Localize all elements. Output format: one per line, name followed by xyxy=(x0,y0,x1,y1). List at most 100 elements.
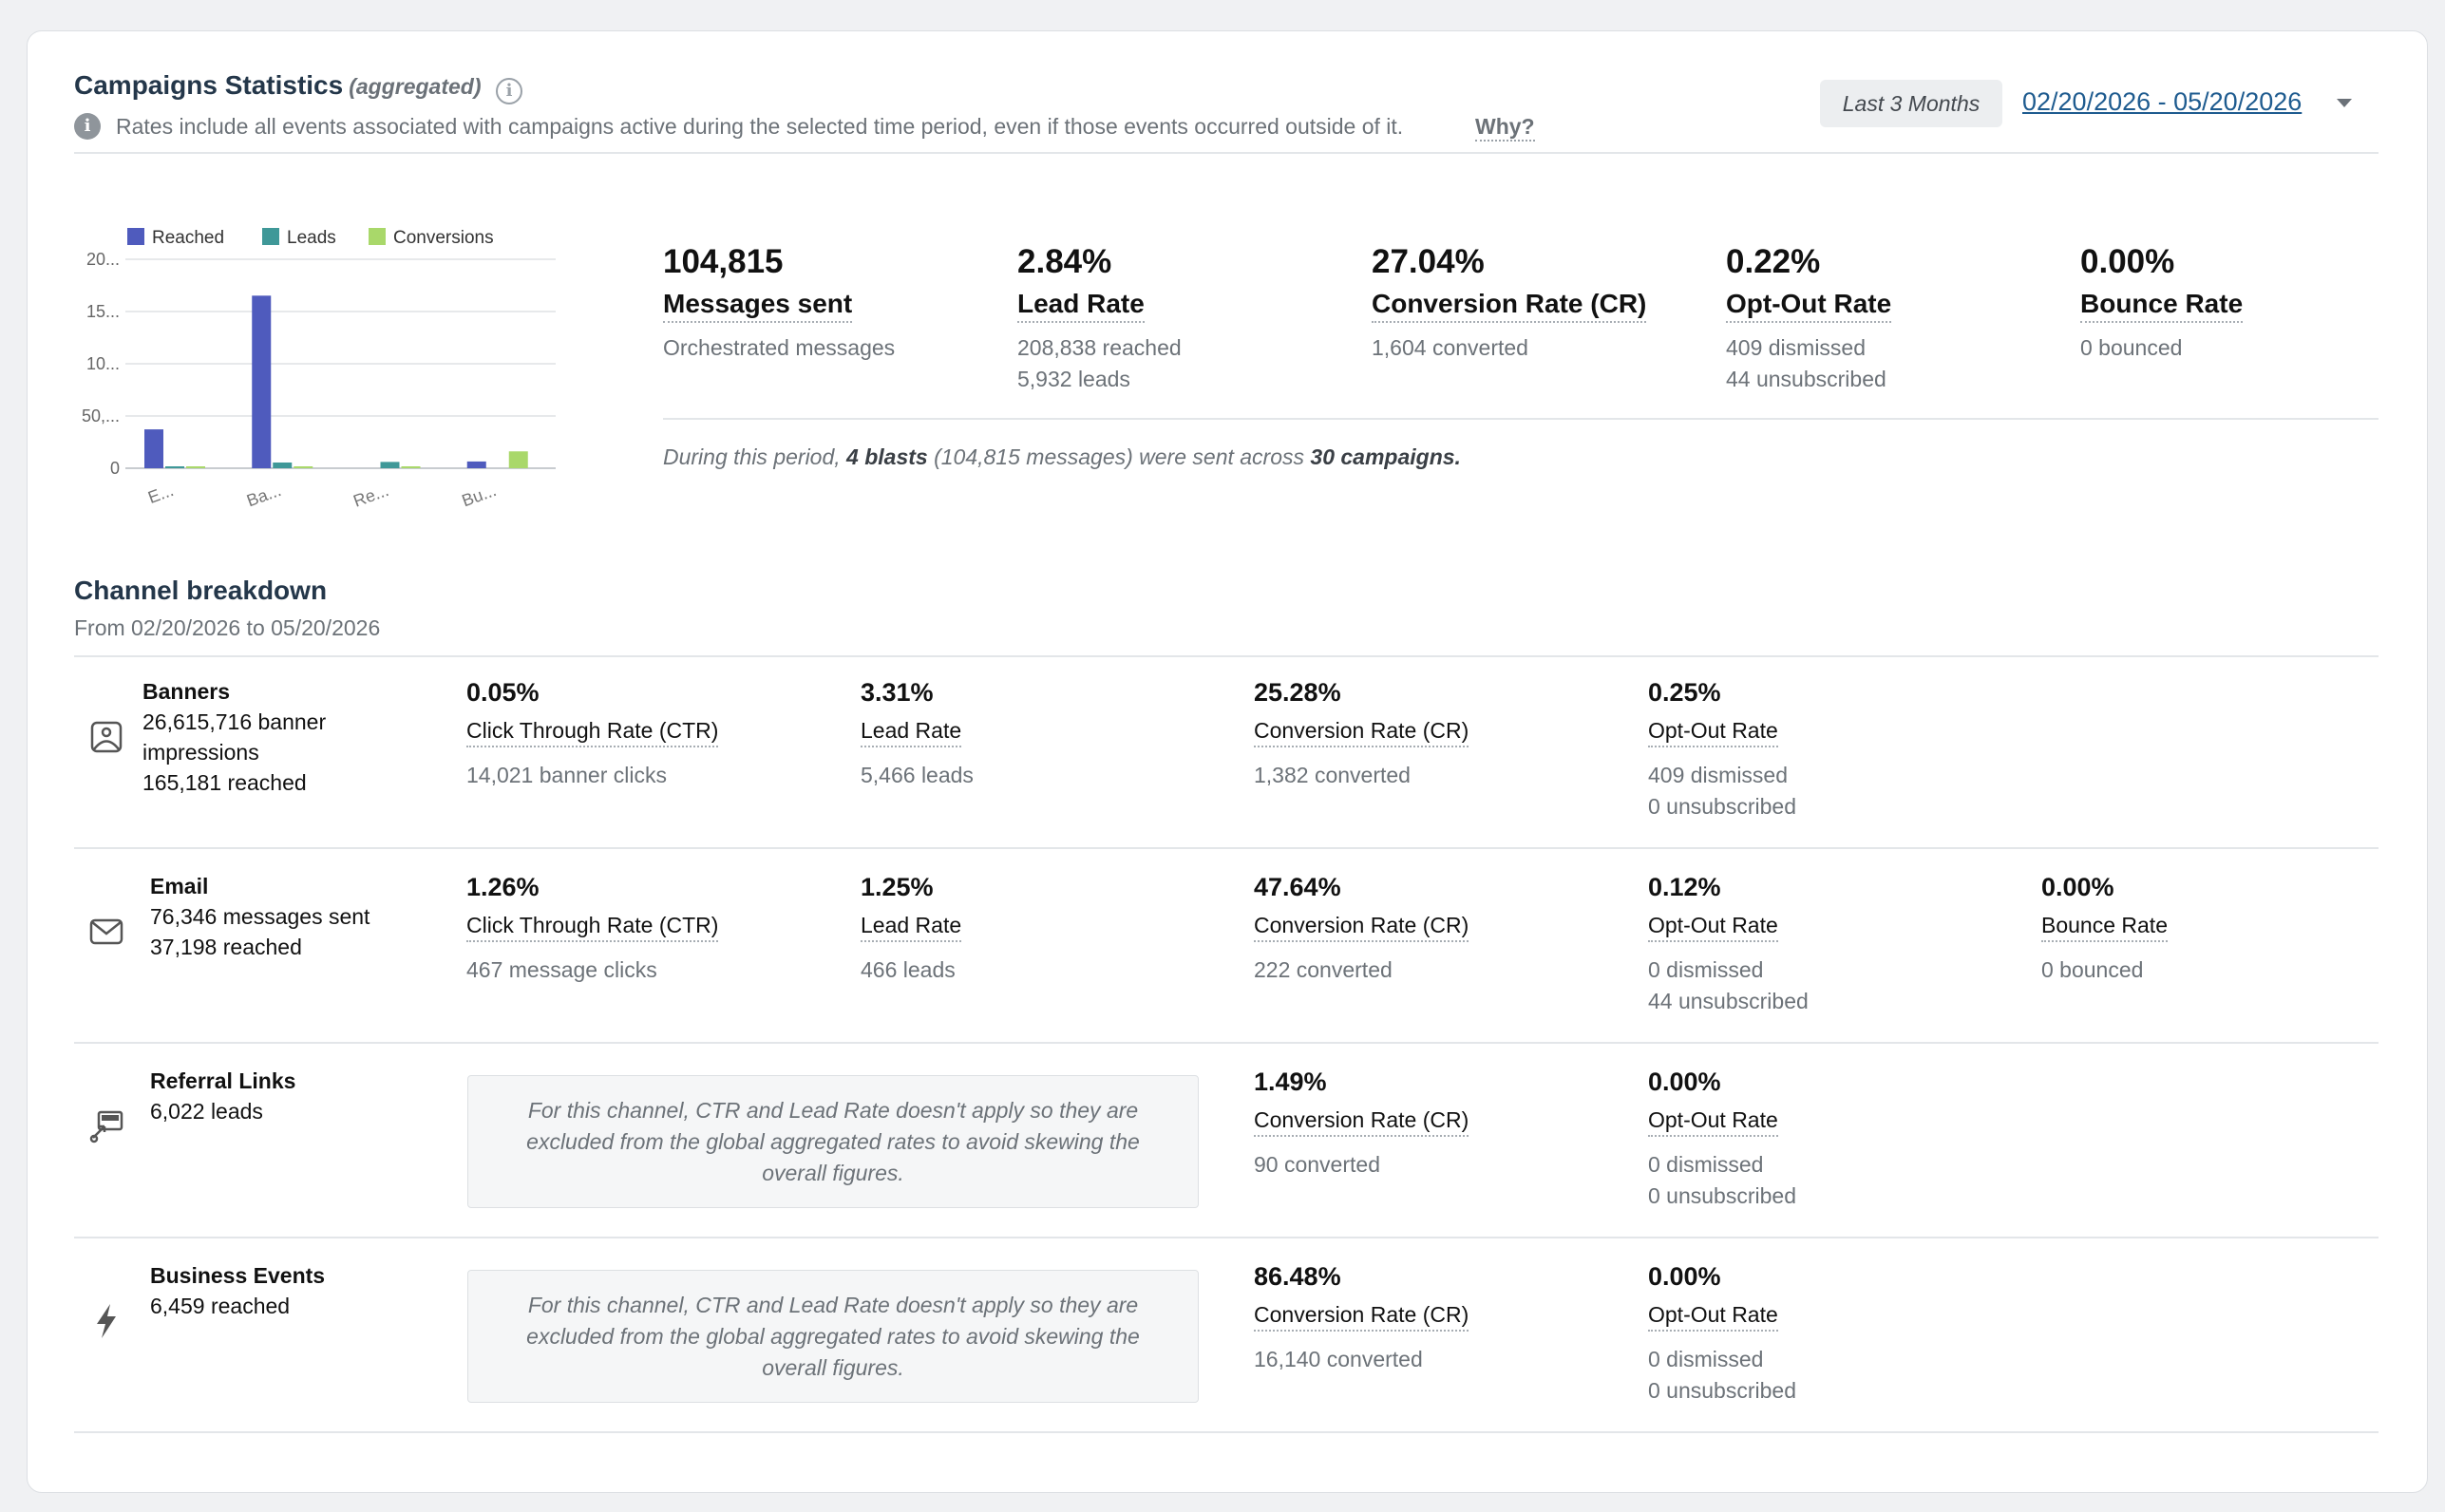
divider xyxy=(74,847,2379,849)
metric-value: 1.26% xyxy=(466,873,540,901)
rates-note: Rates include all events associated with… xyxy=(116,114,1404,139)
title-suffix: (aggregated) xyxy=(349,74,482,99)
metric-subtext: 14,021 banner clicks xyxy=(466,763,667,787)
metric-label[interactable]: Click Through Rate (CTR) xyxy=(466,718,719,747)
channel-detail: 37,198 reached xyxy=(150,935,302,959)
channel-chart: Reached Leads Conversions 0 50,... 10... 15..… xyxy=(82,228,556,511)
metric-value: 0.00% xyxy=(1648,1068,1721,1096)
metric-subtext: 222 converted xyxy=(1254,957,1393,982)
channel-notice: For this channel, CTR and Lead Rate does… xyxy=(467,1270,1199,1403)
channel-notice: For this channel, CTR and Lead Rate does… xyxy=(467,1075,1199,1208)
channel-name: Business Events xyxy=(150,1263,326,1288)
kpi-subtext: Orchestrated messages xyxy=(663,335,896,360)
referral-link-icon xyxy=(85,1106,127,1147)
channel-breakdown-subtitle: From 02/20/2026 to 05/20/2026 xyxy=(74,615,381,640)
metric-label[interactable]: Opt-Out Rate xyxy=(1648,1107,1778,1137)
metric-subtext: 90 converted xyxy=(1254,1152,1380,1177)
why-link[interactable]: Why? xyxy=(1475,114,1535,142)
channel-name: Referral Links xyxy=(150,1068,296,1093)
chevron-down-icon[interactable] xyxy=(2337,99,2352,107)
legend-label: Leads xyxy=(287,228,336,248)
metric-subtext: 44 unsubscribed xyxy=(1648,989,1809,1013)
kpi-value: 104,815 xyxy=(663,243,784,280)
mail-icon xyxy=(85,911,127,953)
kpi-label[interactable]: Bounce Rate xyxy=(2080,289,2244,323)
divider xyxy=(663,418,2379,420)
kpi-subtext: 409 dismissed xyxy=(1726,335,1867,360)
metric-label[interactable]: Conversion Rate (CR) xyxy=(1254,718,1469,747)
metric-subtext: 16,140 converted xyxy=(1254,1347,1423,1371)
metric-subtext: 0 dismissed xyxy=(1648,1347,1764,1371)
y-tick-label: 10... xyxy=(86,354,120,373)
metric-subtext: 467 message clicks xyxy=(466,957,657,982)
kpi-value: 0.00% xyxy=(2080,243,2175,280)
metric-label[interactable]: Conversion Rate (CR) xyxy=(1254,1107,1469,1137)
legend-swatch xyxy=(127,228,144,245)
kpi-label[interactable]: Messages sent xyxy=(663,289,853,323)
chart-bar xyxy=(144,429,163,468)
kpi-subtext: 0 bounced xyxy=(2080,335,2183,360)
chart-bar xyxy=(165,466,184,468)
date-preset-button[interactable]: Last 3 Months xyxy=(1820,80,2002,127)
y-tick-label: 50,... xyxy=(82,406,120,425)
page-title: Campaigns Statistics (aggregated) xyxy=(74,70,482,100)
legend-label: Conversions xyxy=(393,228,494,248)
metric-value: 0.12% xyxy=(1648,873,1721,901)
metric-label[interactable]: Conversion Rate (CR) xyxy=(1254,1302,1469,1332)
divider xyxy=(74,1042,2379,1044)
kpi-label[interactable]: Lead Rate xyxy=(1017,289,1145,323)
metric-label[interactable]: Click Through Rate (CTR) xyxy=(466,913,719,942)
channel-detail: impressions xyxy=(142,740,259,765)
metric-value: 0.25% xyxy=(1648,678,1721,707)
kpi-subtext: 5,932 leads xyxy=(1017,367,1130,391)
chart-bar xyxy=(273,462,293,468)
metric-label[interactable]: Conversion Rate (CR) xyxy=(1254,913,1469,942)
metric-value: 0.00% xyxy=(2041,873,2114,901)
channel-name: Email xyxy=(150,874,209,898)
kpi-subtext: 44 unsubscribed xyxy=(1726,367,1886,391)
chart-bar xyxy=(466,461,486,468)
metric-value: 86.48% xyxy=(1254,1262,1341,1291)
metric-label[interactable]: Lead Rate xyxy=(861,913,962,942)
x-tick-label: Re... xyxy=(351,481,391,511)
x-tick-label: Bu... xyxy=(459,481,499,510)
kpi-label[interactable]: Opt-Out Rate xyxy=(1726,289,1892,323)
channel-breakdown-title: Channel breakdown xyxy=(74,576,328,605)
metric-subtext: 0 dismissed xyxy=(1648,1152,1764,1177)
metric-value: 25.28% xyxy=(1254,678,1341,707)
chart-bar xyxy=(186,466,205,468)
date-range-picker[interactable]: 02/20/2026 - 05/20/2026 xyxy=(2022,87,2302,117)
channel-detail: 165,181 reached xyxy=(142,770,307,795)
y-tick-label: 0 xyxy=(110,459,120,478)
metric-label[interactable]: Bounce Rate xyxy=(2041,913,2168,942)
legend-swatch xyxy=(369,228,386,245)
divider xyxy=(74,655,2379,657)
metric-subtext: 0 dismissed xyxy=(1648,957,1764,982)
metric-value: 47.64% xyxy=(1254,873,1341,901)
divider xyxy=(74,152,2379,154)
info-filled-icon: i xyxy=(74,113,101,140)
metric-subtext: 0 bounced xyxy=(2041,957,2144,982)
chart-bar xyxy=(508,451,528,468)
chart-bar xyxy=(401,466,421,468)
metric-label[interactable]: Opt-Out Rate xyxy=(1648,1302,1778,1332)
info-icon[interactable]: i xyxy=(496,78,522,104)
metric-subtext: 0 unsubscribed xyxy=(1648,794,1796,819)
kpi-value: 0.22% xyxy=(1726,243,1821,280)
kpi-value: 2.84% xyxy=(1017,243,1112,280)
kpi-label[interactable]: Conversion Rate (CR) xyxy=(1372,289,1647,323)
metric-value: 1.49% xyxy=(1254,1068,1327,1096)
channel-detail: 6,022 leads xyxy=(150,1099,263,1124)
metric-subtext: 5,466 leads xyxy=(861,763,974,787)
metric-value: 3.31% xyxy=(861,678,934,707)
x-tick-label: E... xyxy=(145,481,176,507)
kpi-value: 27.04% xyxy=(1372,243,1485,280)
divider xyxy=(74,1431,2379,1433)
period-summary: During this period, 4 blasts (104,815 me… xyxy=(663,444,1461,469)
channel-detail: 26,615,716 banner xyxy=(142,709,327,734)
channel-detail: 76,346 messages sent xyxy=(150,904,370,929)
metric-label[interactable]: Lead Rate xyxy=(861,718,962,747)
lightning-icon xyxy=(85,1300,127,1342)
metric-label[interactable]: Opt-Out Rate xyxy=(1648,718,1778,747)
metric-label[interactable]: Opt-Out Rate xyxy=(1648,913,1778,942)
